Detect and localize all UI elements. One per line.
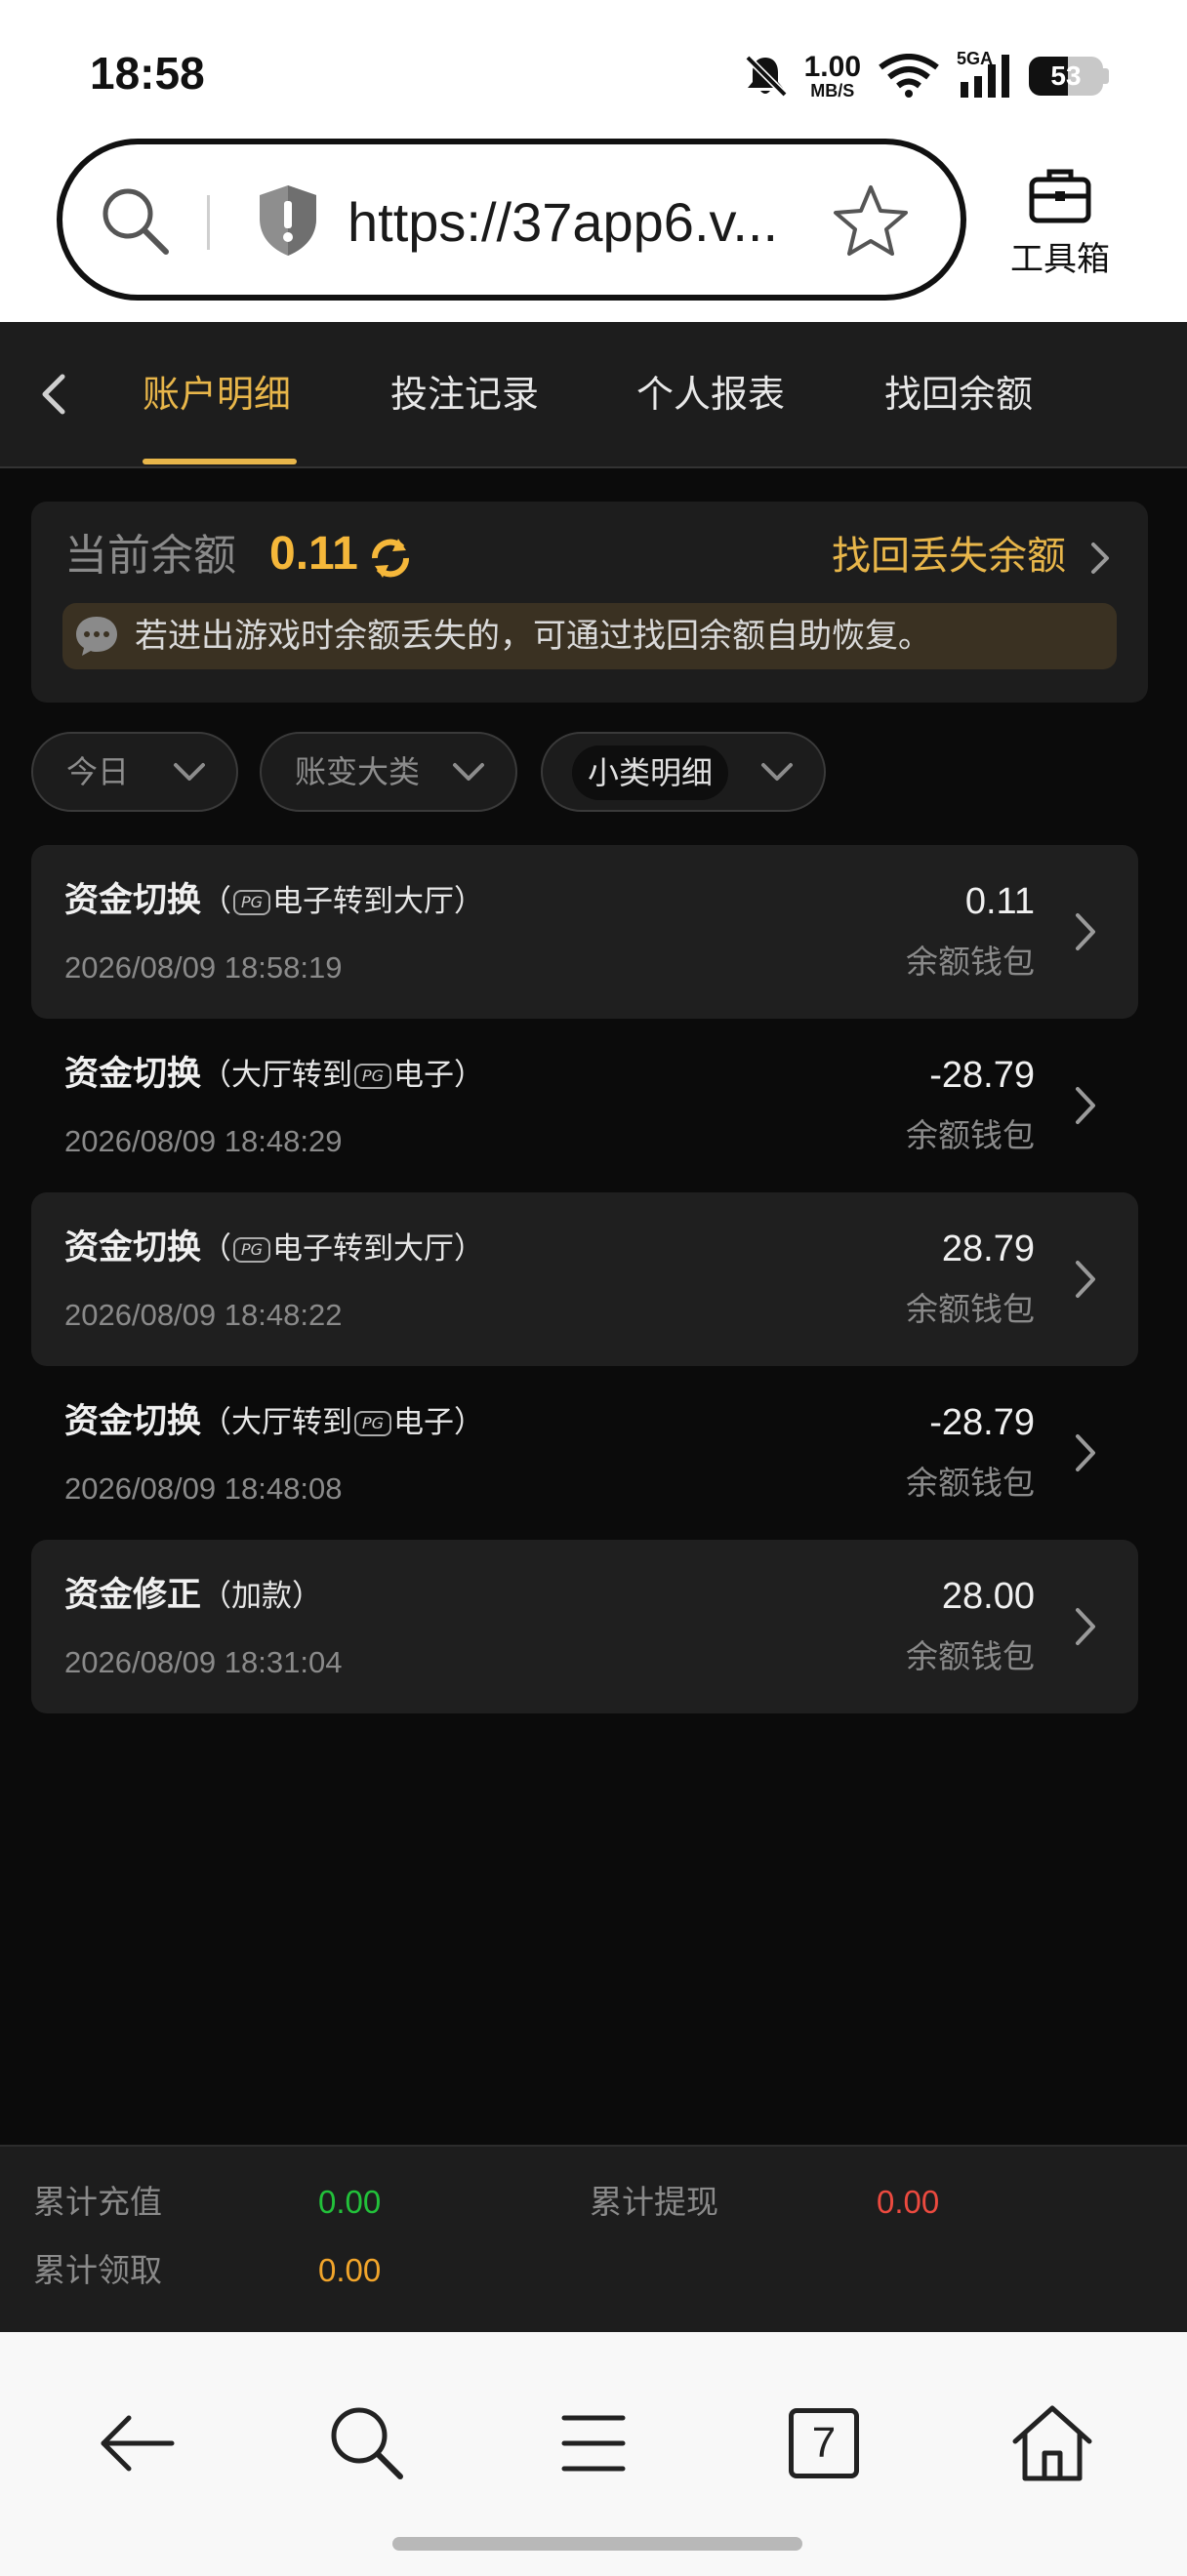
status-bar: 18:58 1.00 MB/S 5GA 53 (0, 0, 1187, 137)
tab-bar: 账户明细 投注记录 个人报表 找回余额 (0, 322, 1187, 468)
filter-subcategory-label: 小类明细 (572, 745, 729, 800)
table-row[interactable]: 资金切换（ PG 电子转到大厅） 2026/08/09 18:58:19 0.11 … (31, 845, 1138, 1019)
browser-bottom-nav: 7 (0, 2332, 1187, 2576)
filter-bar: 今日 账变大类 小类明细 (0, 732, 1187, 814)
cellular-signal: 5GA (957, 49, 1011, 100)
pg-logo-icon: PG (354, 1063, 392, 1089)
chevron-right-icon (1076, 1261, 1095, 1298)
account-details-page: 账户明细 投注记录 个人报表 找回余额 当前余额 0.11 找回丢失余额 若进出… (0, 322, 1187, 2332)
recover-lost-balance-link[interactable]: 找回丢失余额 (832, 527, 1066, 585)
back-arrow-icon[interactable] (90, 2396, 184, 2490)
transaction-time: 2026/08/09 18:48:29 (64, 1124, 343, 1158)
chevron-right-icon[interactable] (1082, 539, 1117, 578)
home-icon[interactable] (1005, 2396, 1099, 2490)
battery-indicator: 53 (1029, 57, 1109, 96)
tab-account-details[interactable]: 账户明细 (143, 365, 291, 423)
transaction-amount: 0.11 (964, 881, 1035, 922)
transaction-wallet: 余额钱包 (906, 1290, 1035, 1328)
active-tab-indicator (143, 459, 297, 464)
transaction-wallet: 余额钱包 (906, 1116, 1035, 1154)
tab-personal-report[interactable]: 个人报表 (636, 365, 785, 423)
transaction-title: 资金切换（大厅转到 PG 电子） (64, 1055, 485, 1094)
transaction-amount: -28.79 (929, 1055, 1035, 1096)
balance-value: 0.11 (269, 528, 358, 580)
notice-text: 若进出游戏时余额丢失的，可通过找回余额自助恢复。 (135, 617, 931, 656)
pg-logo-icon: PG (233, 889, 271, 915)
table-row[interactable]: 资金切换（大厅转到 PG 电子） 2026/08/09 18:48:29 -28.7… (31, 1019, 1138, 1192)
table-row[interactable]: 资金切换（大厅转到 PG 电子） 2026/08/09 18:48:08 -28.7… (31, 1366, 1138, 1540)
total-recharge-value: 0.00 (318, 2184, 382, 2220)
net-speed: 1.00 MB/S (803, 51, 861, 101)
gesture-bar[interactable] (392, 2537, 802, 2551)
url-text[interactable]: https://37app6.v... (348, 185, 797, 260)
menu-icon[interactable] (547, 2396, 640, 2490)
transaction-list: 资金切换（ PG 电子转到大厅） 2026/08/09 18:58:19 0.11 … (31, 845, 1138, 1713)
status-time: 18:58 (90, 48, 205, 99)
address-divider (207, 195, 210, 250)
total-claim-value: 0.00 (318, 2252, 382, 2288)
transaction-title: 资金切换（ PG 电子转到大厅） (64, 881, 485, 920)
pg-logo-icon: PG (354, 1410, 392, 1436)
chevron-down-icon (761, 763, 793, 781)
wifi-icon (879, 54, 939, 98)
toolbox-icon (1029, 169, 1091, 223)
bell-muted-icon (745, 55, 787, 98)
transaction-time: 2026/08/09 18:48:22 (64, 1298, 343, 1332)
total-recharge-label: 累计充值 (33, 2183, 162, 2221)
status-icons: 1.00 MB/S 5GA 53 (744, 47, 1109, 105)
balance-card: 当前余额 0.11 找回丢失余额 若进出游戏时余额丢失的，可通过找回余额自助恢复… (31, 502, 1148, 703)
transaction-amount: 28.79 (941, 1228, 1035, 1269)
table-row[interactable]: 资金切换（ PG 电子转到大厅） 2026/08/09 18:48:22 28.79… (31, 1192, 1138, 1366)
transaction-time: 2026/08/09 18:31:04 (64, 1645, 343, 1679)
total-withdraw-value: 0.00 (877, 2184, 940, 2220)
transaction-title: 资金切换（大厅转到 PG 电子） (64, 1402, 485, 1441)
pg-logo-icon: PG (233, 1236, 271, 1263)
transaction-amount: -28.79 (929, 1402, 1035, 1443)
transaction-wallet: 余额钱包 (906, 1637, 1035, 1675)
address-bar[interactable]: https://37app6.v... (57, 139, 966, 301)
transaction-title: 资金修正（加款） (64, 1576, 323, 1615)
chevron-right-icon (1076, 1087, 1095, 1124)
balance-label: 当前余额 (64, 531, 236, 581)
transaction-wallet: 余额钱包 (906, 1464, 1035, 1502)
tabs-count-icon: 7 (789, 2408, 859, 2478)
bookmark-star-icon[interactable] (832, 181, 910, 260)
browser-bar: https://37app6.v... 工具箱 (0, 137, 1187, 322)
chevron-right-icon (1076, 913, 1095, 950)
search-icon[interactable] (320, 2396, 414, 2490)
tab-bet-records[interactable]: 投注记录 (390, 365, 539, 423)
transaction-title: 资金切换（ PG 电子转到大厅） (64, 1228, 485, 1268)
battery-icon: 53 (1029, 57, 1103, 96)
search-icon[interactable] (98, 183, 172, 258)
filter-category[interactable]: 账变大类 (260, 732, 517, 812)
total-withdraw-label: 累计提现 (590, 2183, 718, 2221)
filter-date-label: 今日 (66, 753, 130, 790)
totals-summary: 累计充值 0.00 累计提现 0.00 累计领取 0.00 (0, 2145, 1187, 2332)
chevron-down-icon (453, 763, 484, 781)
transaction-time: 2026/08/09 18:58:19 (64, 950, 343, 985)
filter-date[interactable]: 今日 (31, 732, 238, 812)
back-chevron-icon[interactable] (27, 365, 82, 423)
chevron-right-icon (1076, 1608, 1095, 1645)
balance-notice: 若进出游戏时余额丢失的，可通过找回余额自助恢复。 (62, 603, 1117, 669)
transaction-time: 2026/08/09 18:48:08 (64, 1471, 343, 1506)
filter-subcategory[interactable]: 小类明细 (541, 732, 826, 812)
refresh-icon[interactable] (365, 533, 416, 584)
toolbox-button[interactable]: 工具箱 (994, 164, 1126, 280)
total-claim-label: 累计领取 (33, 2251, 162, 2289)
transaction-amount: 28.00 (941, 1576, 1035, 1617)
toolbox-label: 工具箱 (1010, 240, 1110, 279)
chat-bubble-icon (76, 617, 117, 656)
table-row[interactable]: 资金修正（加款） 2026/08/09 18:31:04 28.00 余额钱包 (31, 1540, 1138, 1713)
chevron-down-icon (174, 763, 205, 781)
security-shield-icon[interactable] (254, 181, 322, 260)
signal-bars-icon (961, 55, 1009, 98)
chevron-right-icon (1076, 1434, 1095, 1471)
filter-category-label: 账变大类 (295, 753, 421, 790)
transaction-wallet: 余额钱包 (906, 943, 1035, 981)
tab-recover-balance[interactable]: 找回余额 (884, 365, 1033, 423)
tabs-button[interactable]: 7 (777, 2396, 871, 2490)
